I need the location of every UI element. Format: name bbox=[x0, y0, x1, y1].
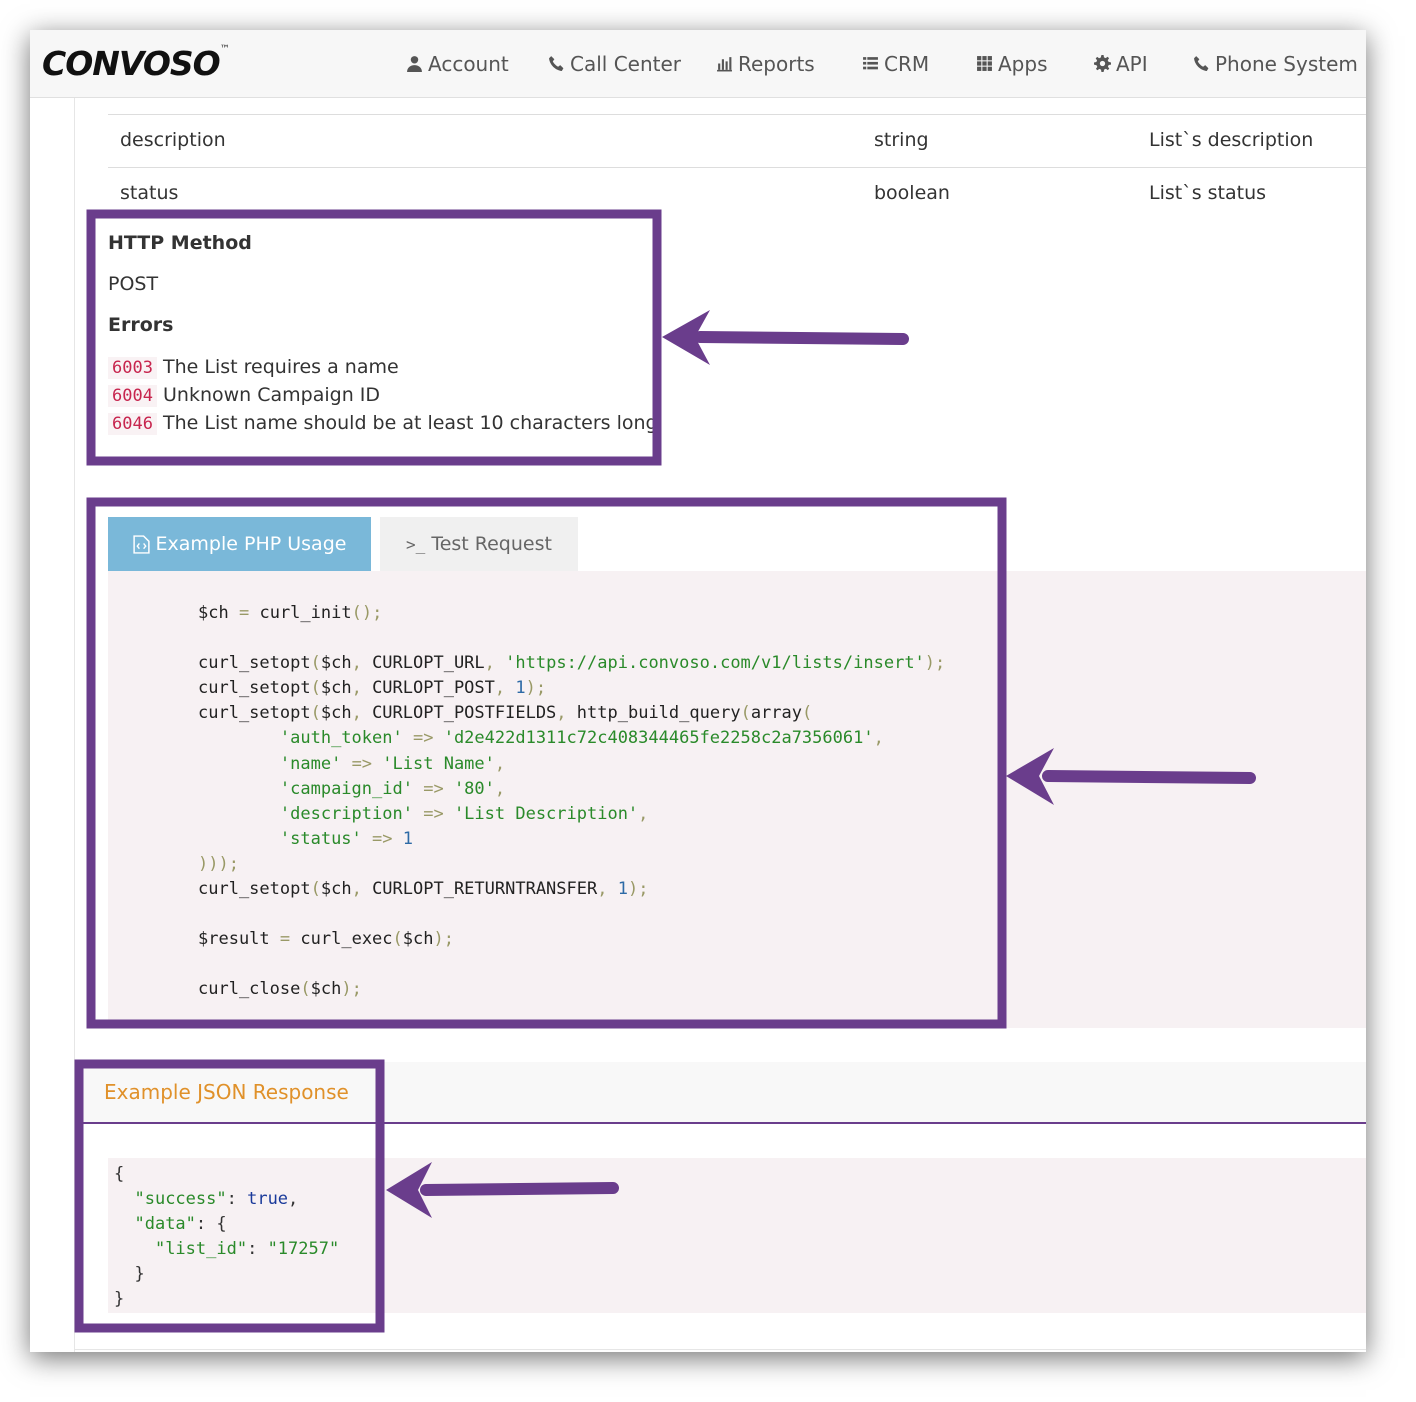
convoso-logo[interactable]: CONVOSO™ bbox=[42, 44, 230, 83]
user-icon bbox=[407, 56, 422, 72]
gear-icon bbox=[1094, 55, 1111, 72]
phone-icon bbox=[1194, 56, 1209, 71]
nav-call-center[interactable]: Call Center bbox=[548, 30, 681, 97]
nav-crm[interactable]: CRM bbox=[862, 30, 929, 97]
error-item: 6003 The List requires a name bbox=[108, 356, 399, 379]
nav-api-label: API bbox=[1116, 51, 1148, 76]
error-item: 6004 Unknown Campaign ID bbox=[108, 384, 381, 407]
json-response-header: Example JSON Response bbox=[78, 1062, 1366, 1124]
nav-api[interactable]: API bbox=[1094, 30, 1148, 97]
nav-account[interactable]: Account bbox=[406, 30, 509, 97]
grid-icon bbox=[977, 56, 992, 71]
nav-phone-system-label: Phone System bbox=[1215, 51, 1358, 76]
error-message: The List requires a name bbox=[163, 356, 399, 378]
param-type: string bbox=[874, 129, 929, 151]
nav-account-label: Account bbox=[428, 51, 509, 76]
nav-phone-system[interactable]: Phone System bbox=[1193, 30, 1358, 97]
php-code: $ch = curl_init(); curl_setopt($ch, CURL… bbox=[198, 603, 946, 1000]
tab-example-php-usage[interactable]: Example PHP Usage bbox=[108, 517, 371, 571]
phone-icon bbox=[549, 56, 564, 71]
error-code: 6046 bbox=[108, 413, 157, 435]
nav-reports[interactable]: Reports bbox=[716, 30, 815, 97]
list-icon bbox=[863, 57, 878, 70]
terminal-icon: >_ bbox=[406, 534, 426, 554]
http-method-value: POST bbox=[108, 273, 159, 295]
logo-text: CONVOSO bbox=[42, 44, 221, 83]
tab-test-label: Test Request bbox=[431, 533, 552, 555]
content-bottom-border bbox=[74, 1349, 1366, 1350]
tab-example-label: Example PHP Usage bbox=[155, 533, 347, 555]
code-file-icon bbox=[132, 534, 150, 554]
error-message: The List name should be at least 10 char… bbox=[163, 412, 658, 434]
table-row: description string List`s description bbox=[108, 114, 1366, 168]
nav-apps[interactable]: Apps bbox=[976, 30, 1048, 97]
browser-frame: CONVOSO™ Account Call Center Reports CRM bbox=[30, 30, 1366, 1352]
param-name: description bbox=[120, 129, 226, 151]
errors-heading: Errors bbox=[108, 314, 174, 336]
nav-crm-label: CRM bbox=[884, 51, 930, 76]
bar-chart-icon bbox=[717, 57, 732, 72]
logo-trademark: ™ bbox=[219, 44, 230, 55]
error-item: 6046 The List name should be at least 10… bbox=[108, 412, 658, 435]
nav-call-center-label: Call Center bbox=[570, 51, 682, 76]
param-description: List`s description bbox=[1149, 129, 1314, 151]
tabs-bar: Example PHP Usage >_ Test Request bbox=[108, 516, 1366, 572]
param-description: List`s status bbox=[1149, 182, 1267, 204]
param-type: boolean bbox=[874, 182, 950, 204]
error-code: 6003 bbox=[108, 357, 157, 379]
json-response-block: { "success": true, "data": { "list_id": … bbox=[108, 1158, 1366, 1313]
content-left-border bbox=[74, 97, 75, 1352]
json-response-code: { "success": true, "data": { "list_id": … bbox=[114, 1164, 340, 1309]
json-response-title: Example JSON Response bbox=[104, 1080, 349, 1104]
top-navbar: CONVOSO™ Account Call Center Reports CRM bbox=[30, 30, 1366, 98]
php-code-block: $ch = curl_init(); curl_setopt($ch, CURL… bbox=[108, 571, 1366, 1028]
error-message: Unknown Campaign ID bbox=[163, 384, 381, 406]
tab-test-request[interactable]: >_ Test Request bbox=[380, 517, 578, 571]
error-code: 6004 bbox=[108, 385, 157, 407]
nav-apps-label: Apps bbox=[998, 51, 1048, 76]
http-method-heading: HTTP Method bbox=[108, 232, 252, 254]
nav-reports-label: Reports bbox=[738, 51, 815, 76]
table-row: status boolean List`s status bbox=[108, 167, 1366, 221]
param-name: status bbox=[120, 182, 179, 204]
